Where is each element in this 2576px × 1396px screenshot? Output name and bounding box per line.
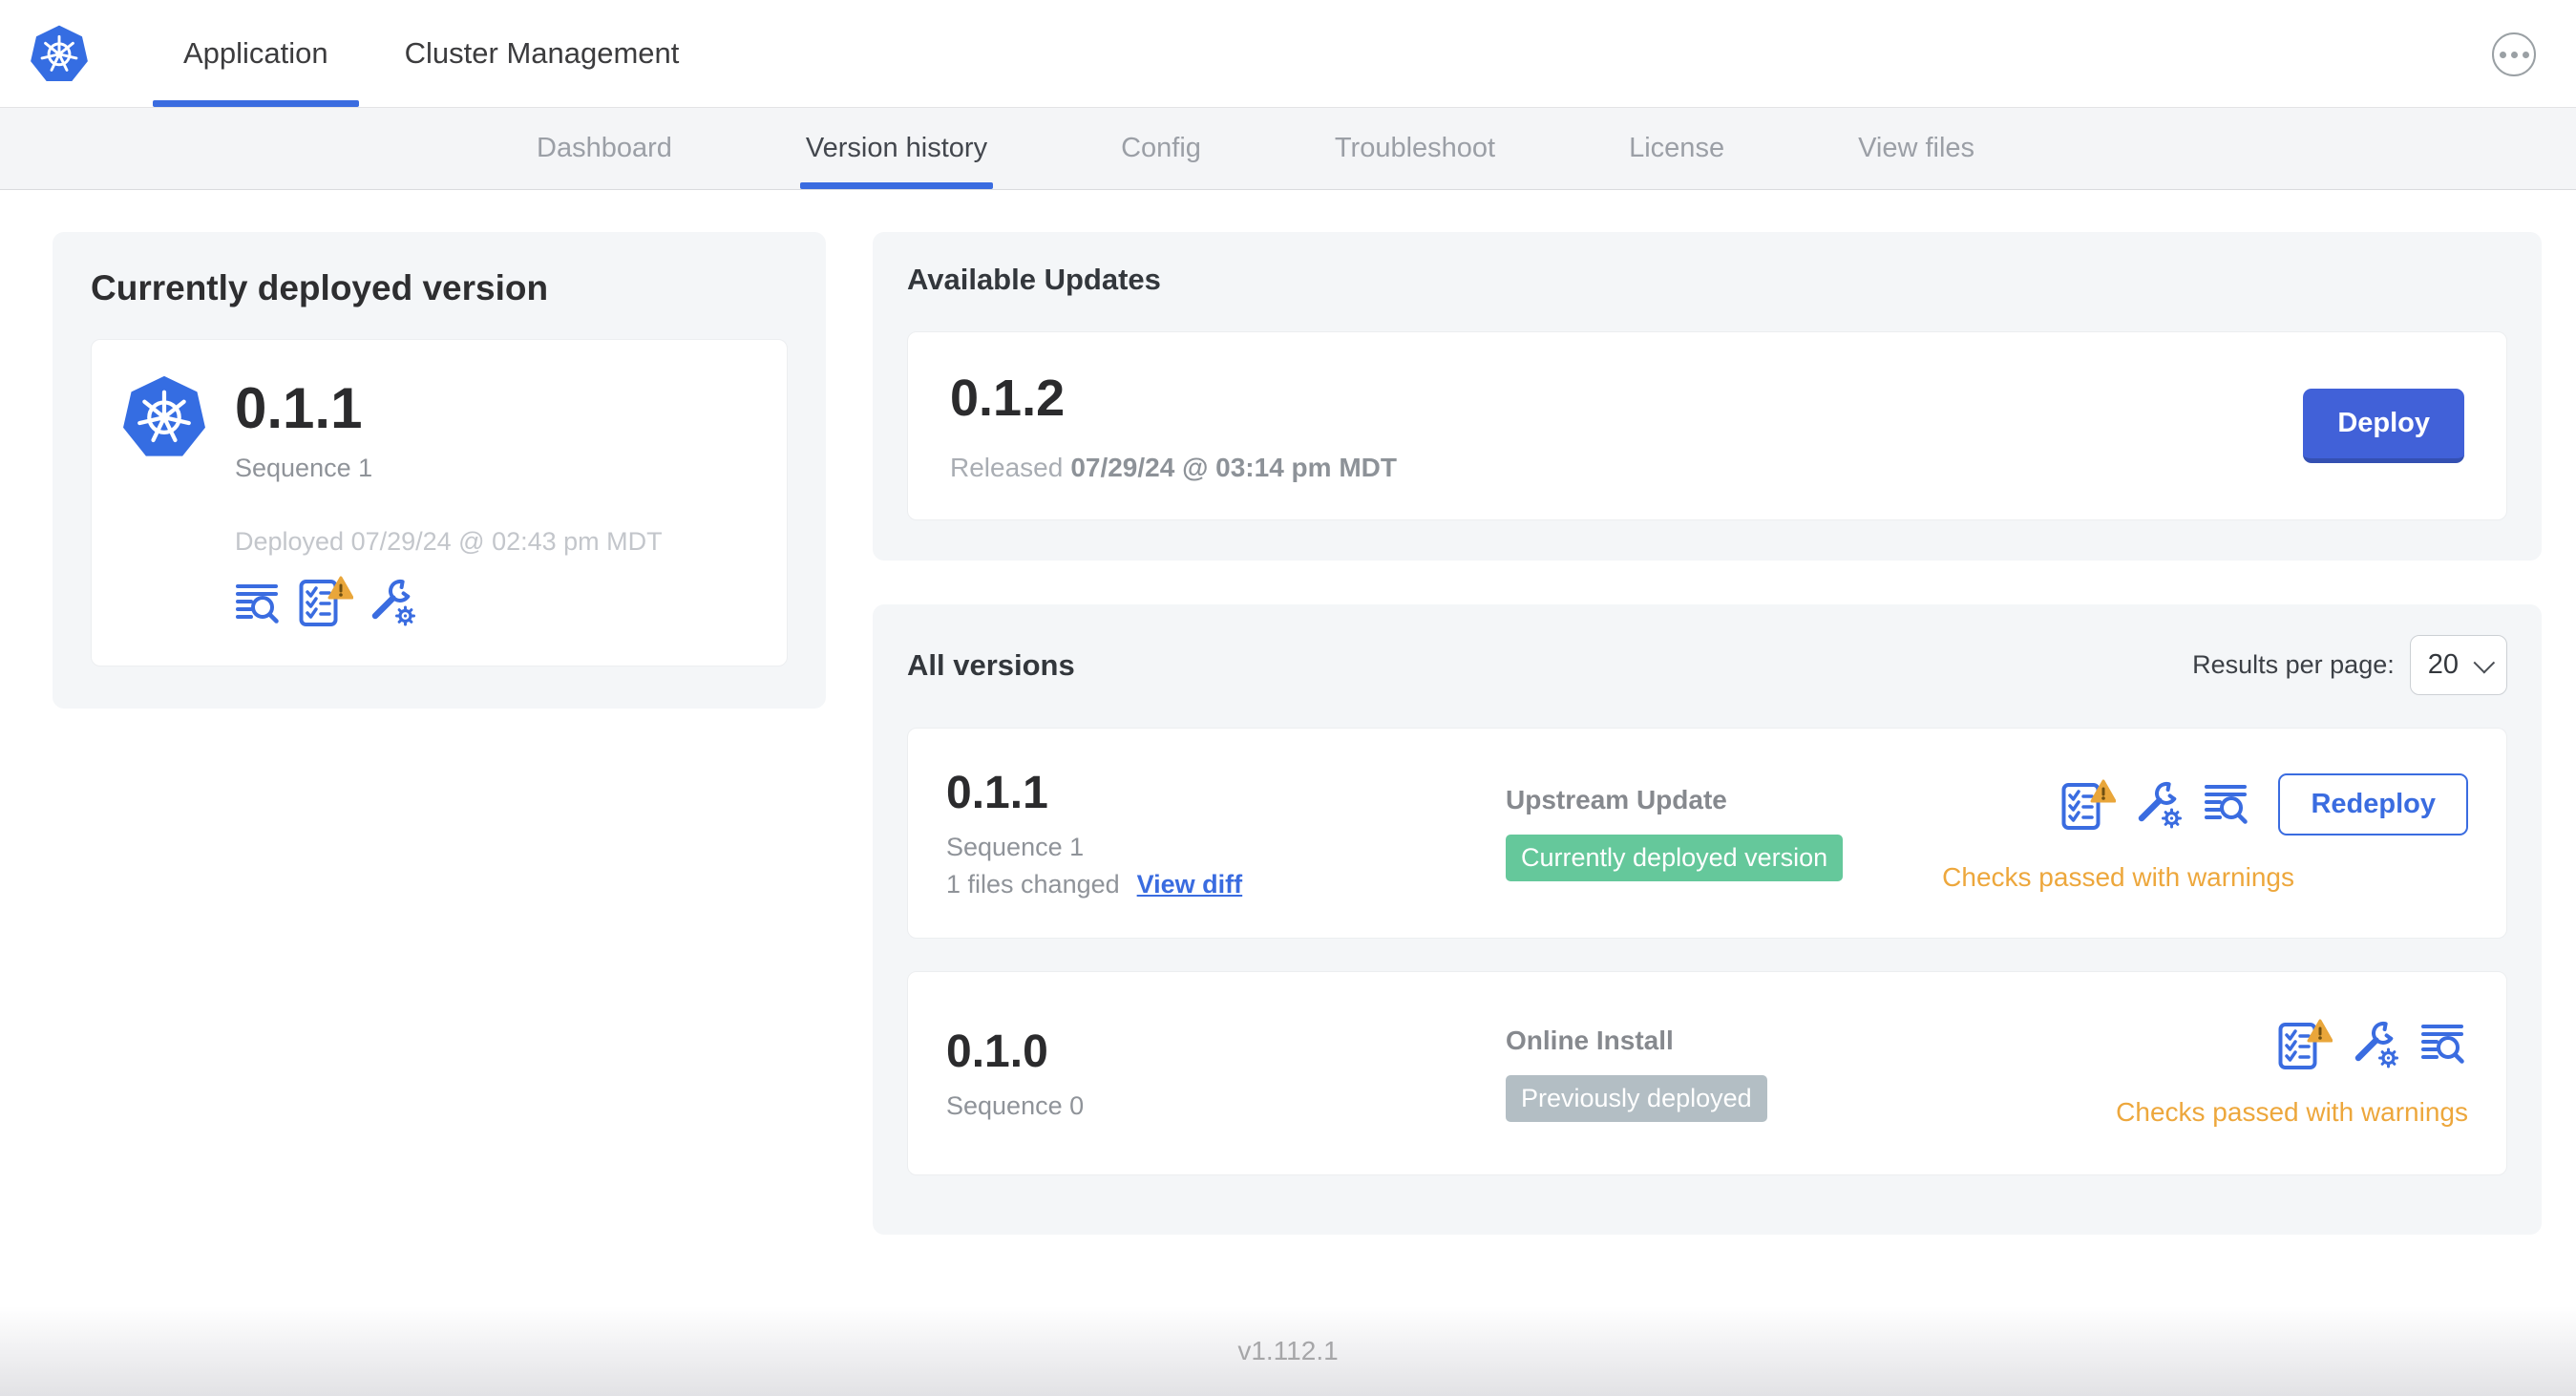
files-changed-label: 1 files changed bbox=[946, 870, 1120, 899]
results-per-page-label: Results per page: bbox=[2192, 650, 2395, 679]
checks-status-text: Checks passed with warnings bbox=[2116, 1097, 2468, 1127]
subnav-version-history[interactable]: Version history bbox=[799, 108, 994, 189]
row-sequence: Sequence 1 bbox=[946, 833, 1085, 861]
currently-deployed-title: Currently deployed version bbox=[91, 268, 549, 307]
currently-deployed-card: Currently deployed version 0.1.1 Sequenc… bbox=[53, 232, 826, 709]
app-subnav: Dashboard Version history Config Trouble… bbox=[0, 108, 2576, 190]
update-version-number: 0.1.2 bbox=[950, 370, 1066, 427]
row-version-number: 0.1.1 bbox=[946, 768, 1048, 818]
results-per-page-select[interactable]: 20 bbox=[2409, 635, 2507, 695]
preflight-checks-warning-icon[interactable] bbox=[298, 576, 353, 627]
version-row-0-1-0: 0.1.0 Sequence 0 Online Install Previous… bbox=[907, 971, 2507, 1175]
available-updates-card: Available Updates 0.1.2 Released 07/29/24… bbox=[873, 232, 2542, 561]
preflight-checks-warning-icon[interactable] bbox=[2277, 1019, 2333, 1070]
subnav-dashboard[interactable]: Dashboard bbox=[531, 108, 678, 189]
view-logs-icon[interactable] bbox=[2204, 782, 2251, 828]
ellipsis-menu-button[interactable] bbox=[2492, 32, 2536, 76]
main-content: Currently deployed version 0.1.1 Sequenc… bbox=[0, 190, 2576, 1235]
chevron-down-icon bbox=[2473, 651, 2496, 673]
row-source-label: Online Install bbox=[1506, 1025, 1674, 1055]
all-versions-title: All versions bbox=[907, 647, 1075, 682]
subnav-license[interactable]: License bbox=[1623, 108, 1730, 189]
preflight-checks-warning-icon[interactable] bbox=[2060, 779, 2117, 831]
row-source-label: Upstream Update bbox=[1506, 785, 1727, 814]
tab-application[interactable]: Application bbox=[145, 0, 367, 107]
checks-status-text: Checks passed with warnings bbox=[1942, 862, 2294, 892]
all-versions-card: All versions Results per page: 20 0.1.1 … bbox=[873, 604, 2542, 1235]
app-tabs: Application Cluster Management bbox=[145, 0, 717, 107]
view-logs-icon[interactable] bbox=[2420, 1022, 2468, 1068]
view-diff-link[interactable]: View diff bbox=[1137, 870, 1243, 899]
subnav-troubleshoot[interactable]: Troubleshoot bbox=[1329, 108, 1501, 189]
deploy-button[interactable]: Deploy bbox=[2303, 389, 2464, 463]
current-deployed-timestamp: Deployed 07/29/24 @ 02:43 pm MDT bbox=[235, 527, 663, 556]
currently-deployed-version-panel: 0.1.1 Sequence 1 Deployed 07/29/24 @ 02:… bbox=[91, 339, 788, 666]
app-footer: v1.112.1 bbox=[0, 1306, 2576, 1396]
ellipsis-icon bbox=[2499, 51, 2506, 58]
available-updates-title: Available Updates bbox=[907, 263, 1161, 296]
previously-deployed-badge: Previously deployed bbox=[1506, 1074, 1767, 1122]
subnav-view-files[interactable]: View files bbox=[1852, 108, 1980, 189]
edit-config-icon[interactable] bbox=[2135, 780, 2185, 830]
current-version-number: 0.1.1 bbox=[235, 376, 363, 440]
app-header: Application Cluster Management bbox=[0, 0, 2576, 108]
subnav-config[interactable]: Config bbox=[1115, 108, 1207, 189]
kubernetes-logo-icon bbox=[29, 23, 90, 84]
row-version-number: 0.1.0 bbox=[946, 1026, 1048, 1077]
view-logs-icon[interactable] bbox=[235, 582, 283, 627]
edit-config-icon[interactable] bbox=[2352, 1020, 2401, 1069]
update-row: 0.1.2 Released 07/29/24 @ 03:14 pm MDT De… bbox=[907, 331, 2507, 520]
update-released-timestamp: Released 07/29/24 @ 03:14 pm MDT bbox=[950, 453, 1397, 482]
console-version: v1.112.1 bbox=[1237, 1336, 1339, 1365]
version-row-0-1-1: 0.1.1 Sequence 1 1 files changed View di… bbox=[907, 728, 2507, 939]
deployed-status-badge: Currently deployed version bbox=[1506, 835, 1844, 881]
kubernetes-app-icon bbox=[120, 372, 208, 460]
redeploy-button[interactable]: Redeploy bbox=[2278, 773, 2468, 835]
edit-config-icon[interactable] bbox=[369, 578, 418, 627]
tab-cluster-management[interactable]: Cluster Management bbox=[367, 0, 718, 107]
current-sequence: Sequence 1 bbox=[235, 454, 373, 482]
row-sequence: Sequence 0 bbox=[946, 1091, 1085, 1120]
